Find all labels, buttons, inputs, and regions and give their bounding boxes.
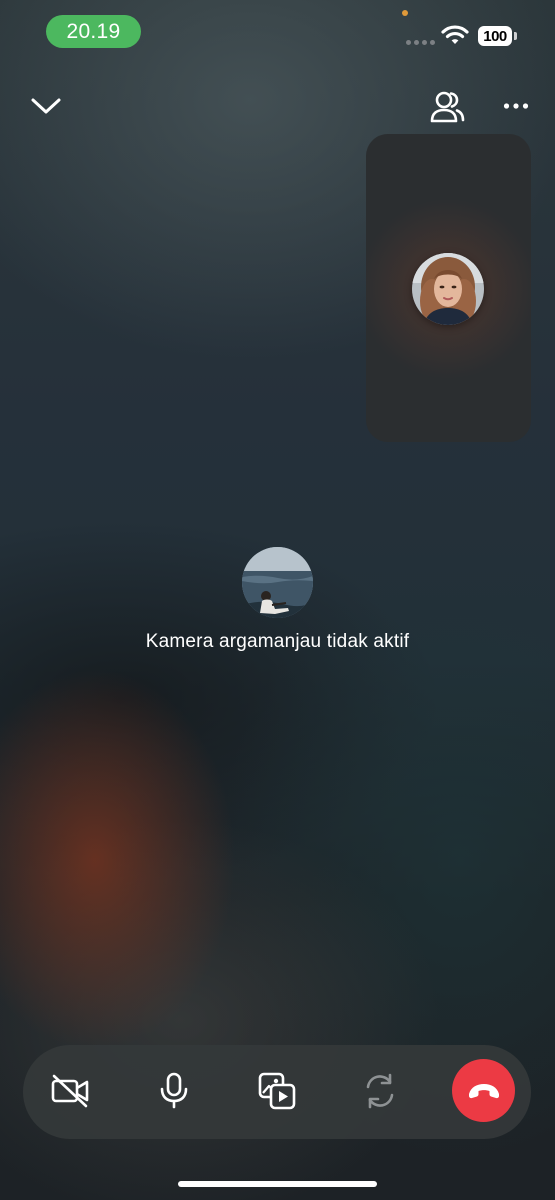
status-time: 20.19 bbox=[46, 15, 141, 48]
more-options-button[interactable] bbox=[494, 86, 538, 126]
self-preview-tile[interactable] bbox=[366, 134, 531, 442]
cellular-signal-icon bbox=[406, 40, 435, 45]
privacy-indicator-dot bbox=[402, 10, 408, 16]
flip-camera-button[interactable] bbox=[348, 1059, 412, 1123]
self-avatar-photo bbox=[412, 253, 484, 325]
camera-off-message: Kamera argamanjau tidak aktif bbox=[145, 631, 410, 652]
remote-avatar-photo bbox=[242, 547, 313, 618]
camera-flip-icon bbox=[366, 1073, 394, 1109]
microphone-icon bbox=[160, 1072, 188, 1109]
video-call-screen: 20.19 100 Kamera argamanjau tidak aktif bbox=[0, 0, 555, 1200]
participants-icon bbox=[430, 91, 465, 123]
end-call-button[interactable] bbox=[452, 1059, 515, 1122]
camera-off-button[interactable] bbox=[39, 1059, 103, 1123]
more-dots-icon bbox=[503, 103, 529, 109]
share-media-button[interactable] bbox=[245, 1059, 309, 1123]
remote-avatar bbox=[242, 547, 313, 618]
wifi-icon bbox=[441, 24, 469, 51]
battery-indicator: 100 bbox=[478, 26, 512, 46]
self-avatar bbox=[412, 253, 484, 325]
collapse-call-button[interactable] bbox=[24, 86, 68, 126]
video-off-icon bbox=[51, 1074, 89, 1108]
battery-cap bbox=[514, 32, 517, 40]
chevron-down-icon bbox=[31, 98, 61, 114]
media-share-icon bbox=[258, 1072, 296, 1110]
home-indicator[interactable] bbox=[178, 1181, 377, 1187]
participants-button[interactable] bbox=[424, 84, 470, 130]
mic-button[interactable] bbox=[142, 1059, 206, 1123]
phone-hangup-icon bbox=[468, 1083, 499, 1098]
